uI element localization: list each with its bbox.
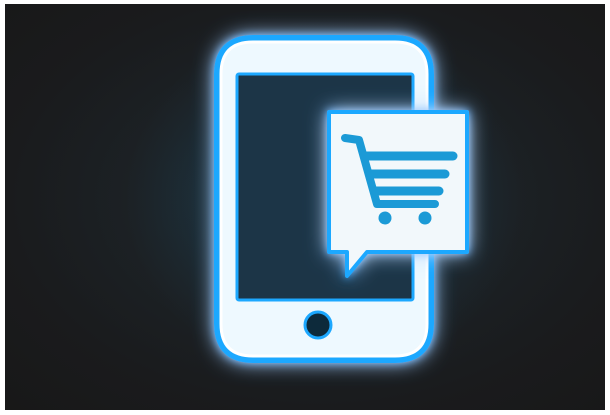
home-button-icon xyxy=(303,310,333,340)
image-frame xyxy=(0,0,610,415)
neon-illustration xyxy=(125,19,525,379)
neon-scene xyxy=(5,4,605,410)
